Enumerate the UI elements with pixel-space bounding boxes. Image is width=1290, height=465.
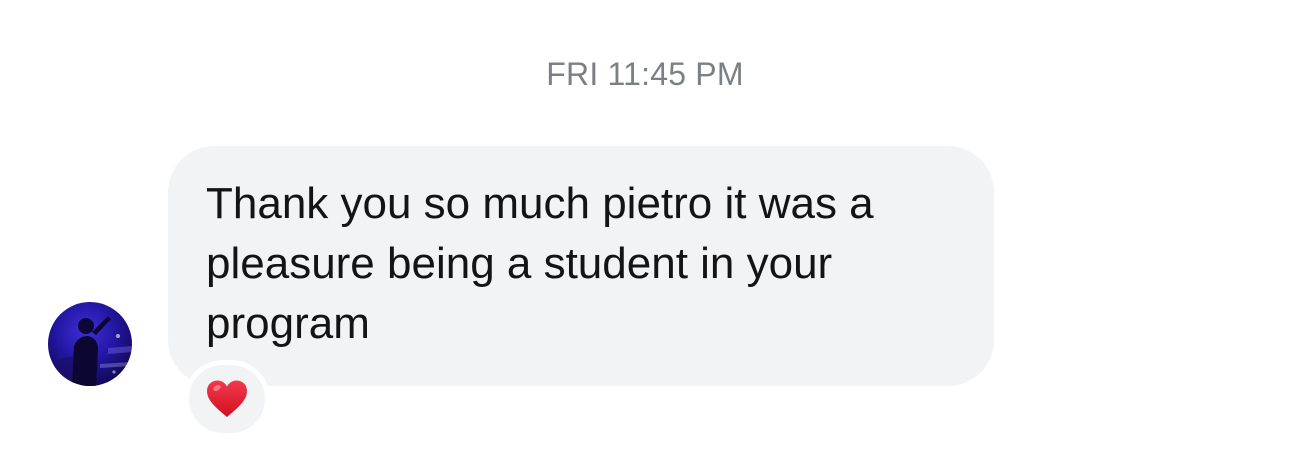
red-heart-icon (207, 380, 247, 417)
message-text: Thank you so much pietro it was a pleasu… (206, 179, 874, 348)
sender-avatar[interactable] (48, 302, 132, 386)
avatar-photo-icon (48, 316, 132, 386)
message-timestamp: FRI 11:45 PM (546, 56, 744, 92)
message-reaction[interactable] (184, 360, 270, 438)
message-bubble[interactable]: Thank you so much pietro it was a pleasu… (168, 146, 994, 386)
